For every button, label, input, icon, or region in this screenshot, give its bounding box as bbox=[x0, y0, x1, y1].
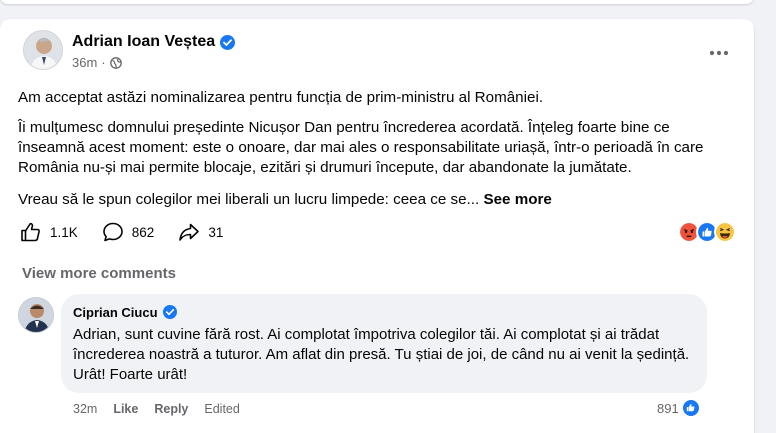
post-paragraph-2: Îi mulțumesc domnului președinte Nicușor… bbox=[18, 119, 704, 176]
view-more-comments-link[interactable]: View more comments bbox=[22, 265, 176, 282]
more-options-button[interactable] bbox=[704, 38, 734, 68]
share-icon bbox=[179, 223, 200, 241]
like-count: 1.1K bbox=[50, 224, 78, 240]
comment-actions: 32m Like Reply Edited bbox=[73, 402, 240, 416]
comment-author[interactable]: Ciprian Ciucu bbox=[73, 303, 695, 321]
post-time[interactable]: 36m bbox=[72, 55, 97, 70]
comment-author-name[interactable]: Ciprian Ciucu bbox=[73, 305, 158, 320]
post-paragraph-3: Vreau să le spun colegilor mei liberali … bbox=[18, 190, 734, 210]
like-button[interactable]: 1.1K bbox=[20, 221, 78, 243]
meta-separator: · bbox=[101, 55, 106, 70]
haha-icon bbox=[714, 221, 736, 243]
post-author[interactable]: Adrian Ioan Veștea bbox=[72, 33, 236, 51]
post-paragraph-3-text: Vreau să le spun colegilor mei liberali … bbox=[18, 191, 480, 208]
commenter-avatar[interactable] bbox=[18, 297, 54, 333]
author-avatar[interactable] bbox=[23, 30, 63, 70]
comment-reply-button[interactable]: Reply bbox=[154, 402, 188, 416]
author-photo bbox=[24, 31, 62, 69]
post-paragraph-1: Am acceptat astăzi nominalizarea pentru … bbox=[18, 89, 544, 106]
see-more-link[interactable]: See more bbox=[483, 191, 551, 208]
comment-count: 862 bbox=[131, 224, 155, 240]
comment-icon bbox=[102, 222, 123, 242]
comment-time[interactable]: 32m bbox=[73, 402, 97, 416]
comment-reaction-count: 891 bbox=[657, 400, 679, 416]
comment-bubble: Ciprian Ciucu Adrian, sunt cuvine fără r… bbox=[61, 294, 707, 393]
post-author-name[interactable]: Adrian Ioan Veștea bbox=[72, 33, 215, 51]
comment-button[interactable]: 862 bbox=[102, 221, 155, 243]
comment-like-button[interactable]: Like bbox=[113, 402, 138, 416]
reaction-summary[interactable] bbox=[678, 221, 736, 243]
comment-text: Adrian, sunt cuvine fără rost. Ai complo… bbox=[73, 326, 690, 383]
more-dots-icon bbox=[709, 50, 729, 56]
comment-reactions[interactable]: 891 bbox=[657, 399, 700, 417]
verified-badge-icon bbox=[162, 305, 177, 319]
like-icon bbox=[21, 222, 40, 242]
post-actions: 1.1K 862 31 bbox=[20, 220, 223, 244]
globe-icon bbox=[109, 56, 122, 69]
verified-badge-icon bbox=[220, 34, 236, 50]
post-meta: 36m · bbox=[72, 55, 122, 70]
share-count: 31 bbox=[208, 224, 224, 240]
previous-post-card bbox=[0, 0, 754, 4]
like-icon bbox=[681, 399, 700, 417]
share-button[interactable]: 31 bbox=[178, 221, 223, 243]
comment-edited-label[interactable]: Edited bbox=[204, 402, 239, 416]
